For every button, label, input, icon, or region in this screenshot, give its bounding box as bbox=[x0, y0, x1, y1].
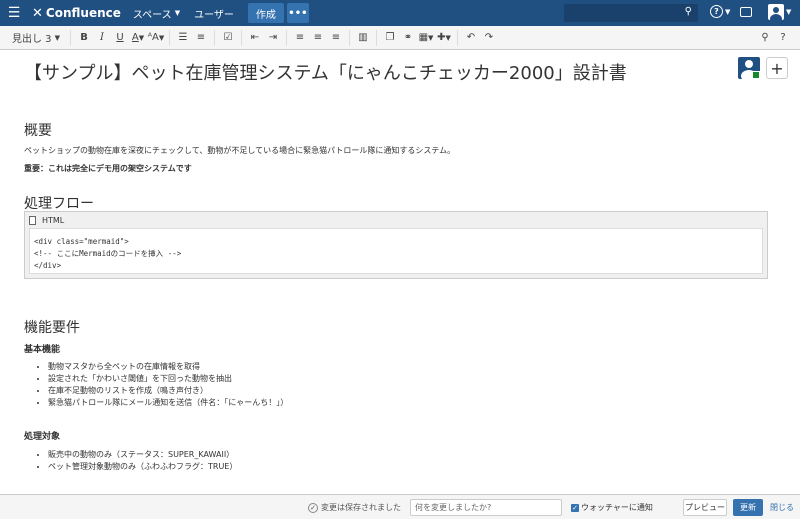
bullet-list-icon[interactable]: ☰ bbox=[174, 26, 192, 50]
italic-button[interactable]: I bbox=[93, 26, 111, 50]
toolbar-divider bbox=[70, 29, 71, 46]
toolbar-divider bbox=[349, 29, 350, 46]
page-layout-icon[interactable]: ▥ bbox=[354, 26, 372, 50]
heading-basic-functions: 基本機能 bbox=[24, 345, 61, 355]
toolbar-divider bbox=[376, 29, 377, 46]
code-block[interactable]: HTML <div class="mermaid"> <!-- ここにMerma… bbox=[24, 211, 768, 279]
search-input[interactable]: ⚲ bbox=[564, 4, 698, 22]
code-language: HTML bbox=[42, 215, 65, 225]
code-block-header: HTML bbox=[25, 212, 767, 228]
toolbar-divider bbox=[457, 29, 458, 46]
close-button[interactable]: 閉じる bbox=[770, 502, 794, 513]
underline-button[interactable]: U bbox=[111, 26, 129, 50]
chevron-down-icon: ▼ bbox=[786, 8, 792, 16]
toolbar-divider bbox=[169, 29, 170, 46]
list-item: 在庫不足動物のリストを作成（鳴き声付き） bbox=[48, 385, 288, 397]
table-icon[interactable]: ▦ ▼ bbox=[417, 26, 435, 50]
update-button[interactable]: 更新 bbox=[733, 499, 763, 516]
code-line: <!-- ここにMermaidのコードを挿入 --> bbox=[34, 249, 182, 258]
undo-icon[interactable]: ↶ bbox=[462, 26, 480, 50]
editor-toolbar: 見出し 3 ▼ B I U A ▼ ᴬA ▼ ☰ ≡ ☑ ⇤ ⇥ ≡ ≡ ≡ ▥ ❐… bbox=[0, 26, 800, 50]
list-item: 動物マスタから全ペットの在庫情報を取得 bbox=[48, 361, 288, 373]
menu-icon[interactable]: ☰ bbox=[0, 0, 28, 26]
outdent-icon[interactable]: ⇤ bbox=[246, 26, 264, 50]
check-icon: ✓ bbox=[308, 502, 318, 513]
list-item: 設定された「かわいさ閾値」を下回った動物を抽出 bbox=[48, 373, 288, 385]
toolbar-divider bbox=[286, 29, 287, 46]
toolbar-divider bbox=[214, 29, 215, 46]
confluence-logo-icon: ✕ bbox=[32, 5, 43, 21]
heading-requirements: 機能要件 bbox=[24, 320, 80, 336]
chevron-down-icon: ▼ bbox=[138, 33, 145, 42]
code-line: <div class="mermaid"> bbox=[34, 237, 129, 246]
toolbar-divider bbox=[241, 29, 242, 46]
create-button[interactable]: 作成 bbox=[247, 3, 284, 23]
text-color-button[interactable]: A ▼ bbox=[129, 26, 147, 50]
targets-list: 販売中の動物のみ（ステータス：SUPER_KAWAII） ペット管理対象動物のみ… bbox=[36, 449, 237, 473]
add-restriction-button[interactable]: + bbox=[766, 57, 788, 79]
align-center-icon[interactable]: ≡ bbox=[309, 26, 327, 50]
chevron-down-icon: ▼ bbox=[725, 7, 731, 16]
text-format-button[interactable]: ᴬA ▼ bbox=[147, 26, 165, 50]
overview-text: ペットショップの動物在庫を深夜にチェックして、動物が不足している場合に緊急猫パト… bbox=[24, 146, 456, 155]
checkbox-checked-icon: ✓ bbox=[571, 503, 579, 512]
search-icon: ⚲ bbox=[684, 6, 692, 17]
top-navigation-bar: ☰ ✕ Confluence スペース ▼ ユーザー 作成 ••• ⚲ ? ▼ … bbox=[0, 0, 800, 26]
document-icon bbox=[29, 215, 36, 225]
help-icon[interactable]: ? bbox=[774, 26, 792, 50]
save-status: ✓ 変更は保存されました bbox=[308, 502, 401, 513]
find-icon[interactable]: ⚲ bbox=[756, 26, 774, 50]
chevron-down-icon: ▼ bbox=[174, 9, 181, 17]
help-icon: ? bbox=[710, 5, 723, 18]
users-menu[interactable]: ユーザー bbox=[194, 6, 234, 21]
help-menu[interactable]: ? ▼ bbox=[710, 5, 730, 18]
list-item: ペット管理対象動物のみ（ふわふわフラグ：TRUE） bbox=[48, 461, 237, 473]
preview-button[interactable]: プレビュー bbox=[683, 499, 727, 516]
heading-overview: 概要 bbox=[24, 123, 52, 139]
insert-more-icon[interactable]: ✚ ▼ bbox=[435, 26, 453, 50]
avatar bbox=[768, 4, 784, 20]
page-title[interactable]: 【サンプル】ペット在庫管理システム「にゃんこチェッカー2000」設計書 bbox=[24, 59, 627, 85]
redo-icon[interactable]: ↷ bbox=[480, 26, 498, 50]
spaces-menu[interactable]: スペース ▼ bbox=[133, 6, 180, 21]
chevron-down-icon: ▼ bbox=[54, 33, 60, 42]
notifications-icon[interactable] bbox=[740, 7, 752, 17]
confluence-logo[interactable]: ✕ Confluence bbox=[32, 6, 121, 21]
basic-functions-list: 動物マスタから全ペットの在庫情報を取得 設定された「かわいさ閾値」を下回った動物… bbox=[36, 361, 288, 409]
change-message-input[interactable]: 何を変更しましたか? bbox=[410, 499, 562, 516]
paragraph-style-dropdown[interactable]: 見出し 3 ▼ bbox=[0, 26, 66, 50]
list-item: 緊急猫パトロール隊にメール通知を送信（件名：「にゃーんち！」） bbox=[48, 397, 288, 409]
task-list-icon[interactable]: ☑ bbox=[219, 26, 237, 50]
heading-flow: 処理フロー bbox=[24, 196, 94, 212]
notify-watchers-checkbox[interactable]: ✓ ウォッチャーに通知 bbox=[571, 502, 653, 513]
numbered-list-icon[interactable]: ≡ bbox=[192, 26, 210, 50]
more-button[interactable]: ••• bbox=[286, 3, 309, 23]
list-item: 販売中の動物のみ（ステータス：SUPER_KAWAII） bbox=[48, 449, 237, 461]
link-icon[interactable]: ⚭ bbox=[399, 26, 417, 50]
heading-targets: 処理対象 bbox=[24, 432, 61, 442]
indent-icon[interactable]: ⇥ bbox=[264, 26, 282, 50]
code-line: </div> bbox=[34, 261, 62, 270]
align-right-icon[interactable]: ≡ bbox=[327, 26, 345, 50]
bold-button[interactable]: B bbox=[75, 26, 93, 50]
important-text: 重要：これは完全にデモ用の架空システムです bbox=[24, 164, 192, 173]
status-badge bbox=[752, 71, 760, 79]
align-left-icon[interactable]: ≡ bbox=[291, 26, 309, 50]
chevron-down-icon: ▼ bbox=[158, 33, 165, 42]
files-icon[interactable]: ❐ bbox=[381, 26, 399, 50]
page-editor[interactable]: 【サンプル】ペット在庫管理システム「にゃんこチェッカー2000」設計書 + 概要… bbox=[0, 51, 800, 494]
code-content[interactable]: <div class="mermaid"> <!-- ここにMermaidのコー… bbox=[29, 228, 763, 274]
user-menu[interactable]: ▼ bbox=[768, 4, 791, 20]
editor-footer: ✓ 変更は保存されました 何を変更しましたか? ✓ ウォッチャーに通知 プレビュ… bbox=[0, 494, 800, 519]
